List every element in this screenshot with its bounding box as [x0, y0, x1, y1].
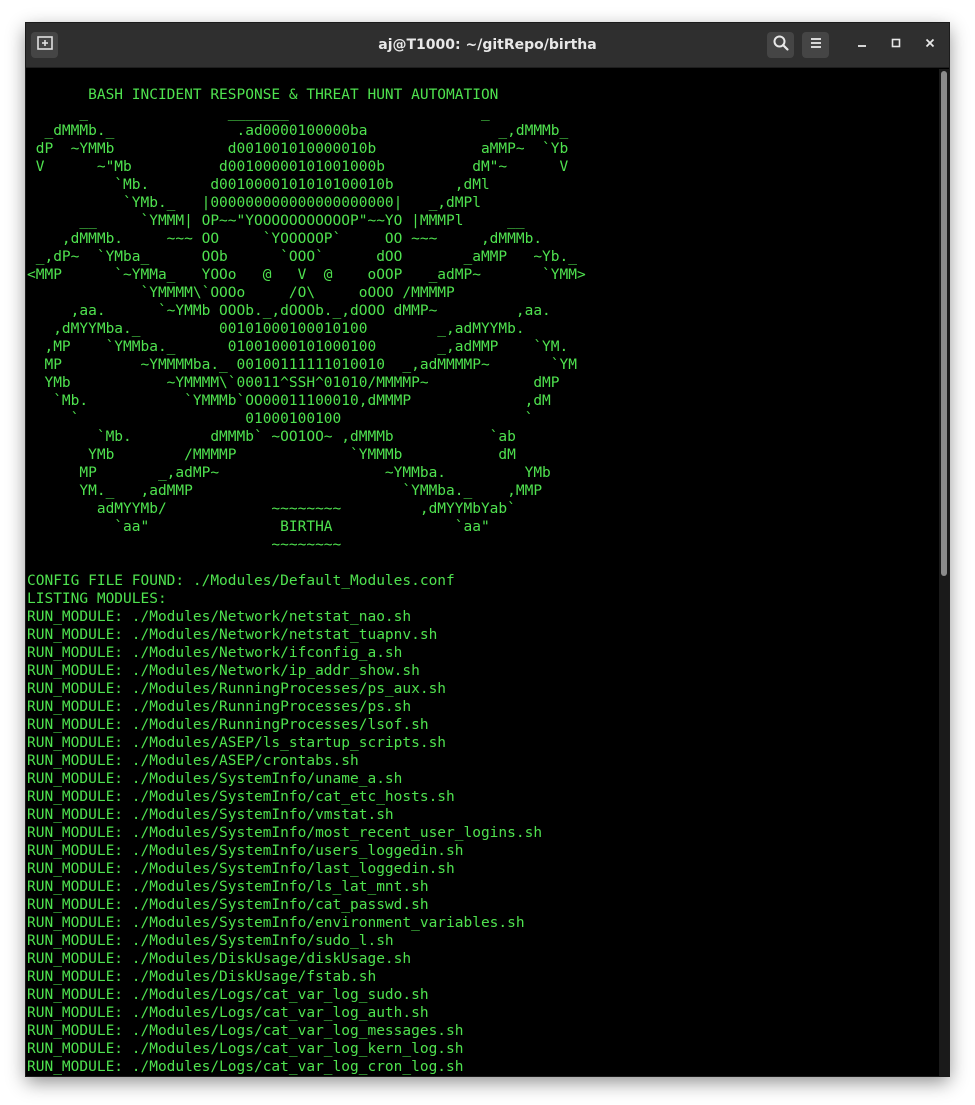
output-line: RUN_MODULE: ./Modules/ASEP/crontabs.sh [27, 753, 359, 769]
output-line: RUN_MODULE: ./Modules/Logs/cat_var_log_s… [27, 987, 429, 1003]
output-line: RUN_MODULE: ./Modules/Network/netstat_na… [27, 609, 412, 625]
vertical-scrollbar[interactable] [939, 69, 949, 1076]
search-icon [772, 34, 790, 57]
terminal-output-area[interactable]: BASH INCIDENT RESPONSE & THREAT HUNT AUT… [26, 69, 939, 1076]
output-line: RUN_MODULE: ./Modules/SystemInfo/cat_etc… [27, 789, 455, 805]
output-line: RUN_MODULE: ./Modules/SystemInfo/ls_lat_… [27, 879, 429, 895]
minimize-icon [855, 36, 869, 55]
output-line: RUN_MODULE: ./Modules/Network/ip_addr_sh… [27, 663, 420, 679]
output-line: RUN_MODULE: ./Modules/SystemInfo/sudo_l.… [27, 933, 394, 949]
maximize-button[interactable] [883, 32, 909, 58]
output-line: RUN_MODULE: ./Modules/ASEP/ls_startup_sc… [27, 735, 447, 751]
output-line: RUN_MODULE: ./Modules/SystemInfo/vmstat.… [27, 807, 394, 823]
output-line: RUN_MODULE: ./Modules/RunningProcesses/l… [27, 717, 429, 733]
close-icon [923, 36, 937, 55]
menu-button[interactable] [802, 32, 829, 58]
output-line: RUN_MODULE: ./Modules/Logs/cat_var_log_m… [27, 1023, 464, 1039]
maximize-icon [889, 36, 903, 55]
hamburger-menu-icon [808, 35, 824, 56]
output-line: CONFIG FILE FOUND: ./Modules/Default_Mod… [27, 573, 455, 589]
output-line: RUN_MODULE: ./Modules/Network/netstat_tu… [27, 627, 438, 643]
title-bar[interactable]: aj@T1000: ~/gitRepo/birtha [26, 23, 949, 68]
output-line: LISTING MODULES: [27, 591, 167, 607]
terminal-window: aj@T1000: ~/gitRepo/birtha BASH INCIDENT… [26, 23, 949, 1076]
output-line: RUN_MODULE: ./Modules/SystemInfo/last_lo… [27, 861, 455, 877]
minimize-button[interactable] [849, 32, 875, 58]
output-line: RUN_MODULE: ./Modules/SystemInfo/uname_a… [27, 771, 403, 787]
output-line: RUN_MODULE: ./Modules/SystemInfo/cat_pas… [27, 897, 429, 913]
output-line: RUN_MODULE: ./Modules/Logs/cat_var_log_c… [27, 1059, 464, 1075]
output-line: RUN_MODULE: ./Modules/DiskUsage/fstab.sh [27, 969, 377, 985]
output-line: RUN_MODULE: ./Modules/DiskUsage/diskUsag… [27, 951, 412, 967]
output-line: RUN_MODULE: ./Modules/SystemInfo/most_re… [27, 825, 543, 841]
scrollbar-thumb[interactable] [941, 71, 947, 576]
output-line: RUN_MODULE: ./Modules/Logs/cat_var_log_k… [27, 1041, 464, 1057]
output-line: RUN_MODULE: ./Modules/SystemInfo/users_l… [27, 843, 464, 859]
search-button[interactable] [767, 32, 794, 58]
output-line: RUN_MODULE: ./Modules/RunningProcesses/p… [27, 681, 447, 697]
output-line: RUN_MODULE: ./Modules/RunningProcesses/p… [27, 699, 412, 715]
ascii-art-banner: BASH INCIDENT RESPONSE & THREAT HUNT AUT… [27, 87, 586, 553]
output-line: RUN_MODULE: ./Modules/Logs/cat_var_log_a… [27, 1005, 429, 1021]
output-line: RUN_MODULE: ./Modules/SystemInfo/environ… [27, 915, 525, 931]
output-line: RUN_MODULE: ./Modules/Network/ifconfig_a… [27, 645, 403, 661]
close-button[interactable] [917, 32, 943, 58]
module-output-list: CONFIG FILE FOUND: ./Modules/Default_Mod… [26, 554, 939, 1076]
